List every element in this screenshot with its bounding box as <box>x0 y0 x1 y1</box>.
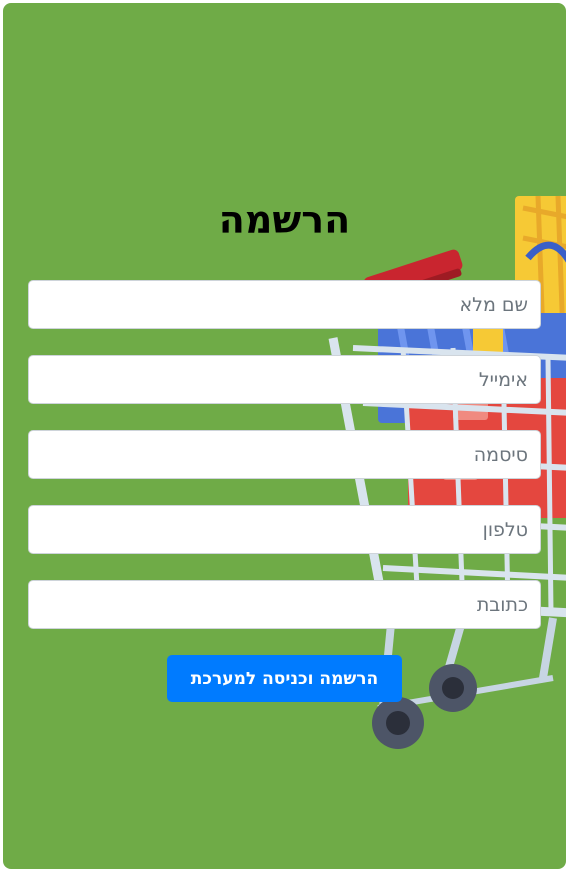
register-card: הרשמה הרשמה וכניסה למערכת <box>3 3 566 869</box>
page-title: הרשמה <box>218 198 351 242</box>
register-submit-button[interactable]: הרשמה וכניסה למערכת <box>167 655 402 702</box>
full-name-input[interactable] <box>28 280 541 329</box>
address-input[interactable] <box>28 580 541 629</box>
email-input[interactable] <box>28 355 541 404</box>
phone-input[interactable] <box>28 505 541 554</box>
password-input[interactable] <box>28 430 541 479</box>
